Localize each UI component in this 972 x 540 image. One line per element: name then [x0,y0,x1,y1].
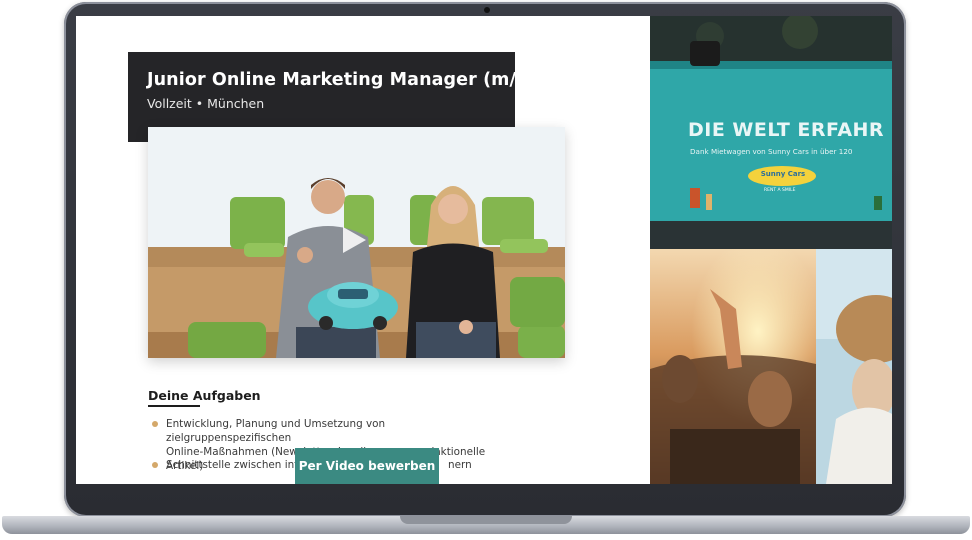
laptop-notch [400,516,572,524]
bullet-icon [152,421,158,427]
gallery-image-car: DIE WELT ERFAHR Dank Mietwagen von Sunny… [650,16,892,249]
gallery-image-woman [816,249,892,484]
play-icon[interactable] [340,225,368,255]
list-item-line: Entwicklung, Planung und Umsetzung von z… [166,418,386,444]
video-player[interactable] [148,127,565,358]
sunny-cars-logo: Sunny Cars [760,170,806,178]
car-banner-sub: Dank Mietwagen von Sunny Cars in über 12… [690,147,853,156]
convertible-image [650,249,816,484]
woman-image [816,249,892,484]
camera-icon [484,7,490,13]
apply-by-video-button[interactable]: Per Video bewerben [295,448,439,484]
list-item-tail: nern [448,458,472,472]
list-item-line: nern [448,459,472,471]
sunny-cars-tagline: RENT A SMILE [764,188,796,193]
screen: Junior Online Marketing Manager (m/w/d) … [76,16,892,484]
gallery-image-convertible [650,249,816,484]
car-banner-headline: DIE WELT ERFAHR [688,119,885,141]
section-heading: Deine Aufgaben [148,388,261,403]
bullet-icon [152,462,158,468]
heading-underline [148,405,200,407]
job-title: Junior Online Marketing Manager (m/w/d) [147,70,560,90]
job-meta: Vollzeit • München [147,96,265,111]
